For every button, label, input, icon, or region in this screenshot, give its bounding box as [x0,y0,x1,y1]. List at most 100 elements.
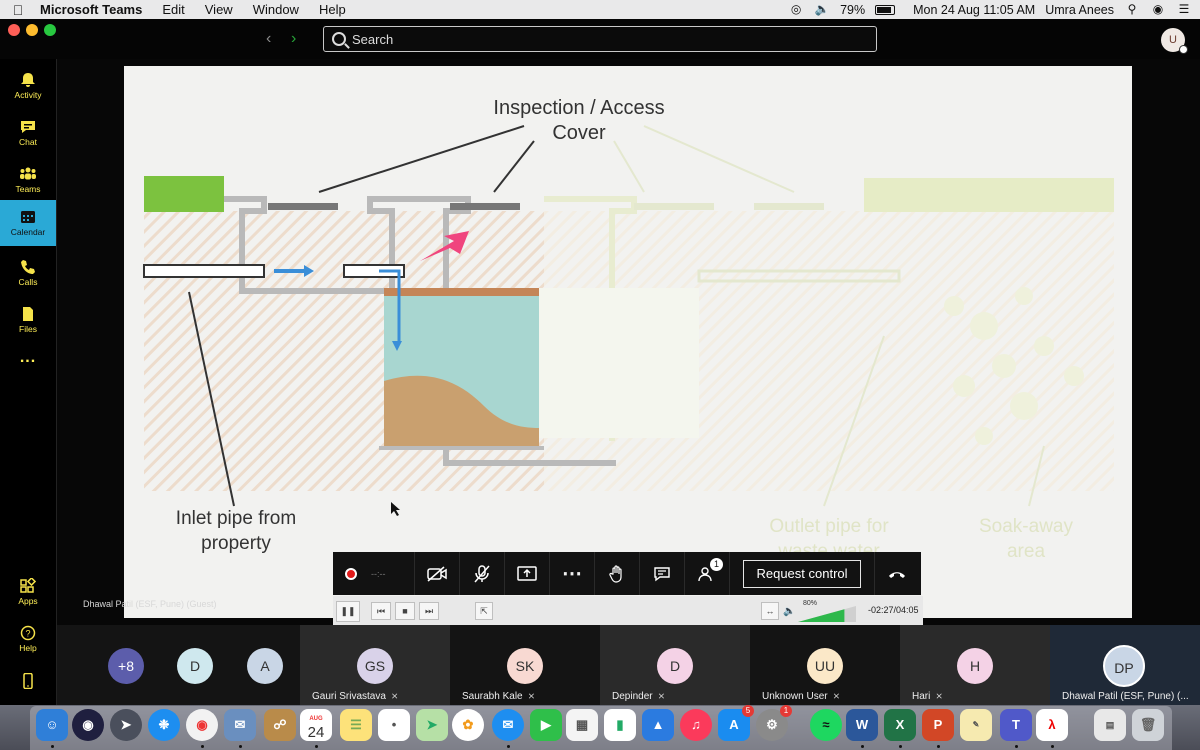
app-store-icon[interactable]: A 5 [718,705,754,741]
notification-center-icon[interactable]: ☰ [1176,3,1192,16]
sidebar-item-calls[interactable]: Calls [0,250,56,296]
teams-icon [20,167,36,180]
acrobat-icon[interactable]: λ [1036,709,1068,741]
trash-icon[interactable]: 🗑 [1132,709,1164,741]
contacts-icon[interactable]: ☍ [264,709,296,741]
music-icon[interactable]: ♫ [680,709,712,741]
raise-hand-button[interactable] [595,552,640,595]
finder-icon[interactable]: ☺ [36,709,68,741]
maps-icon[interactable]: ➤ [416,709,448,741]
previous-button[interactable]: ⏮ [371,602,391,620]
overflow-participants-avatar[interactable]: +8 [108,648,144,684]
preview-icon[interactable]: ▦ [566,709,598,741]
raise-hand-icon [609,564,622,583]
sidebar-item-teams[interactable]: Teams [0,157,56,203]
fit-screen-button[interactable]: ⇱ [475,602,493,620]
participant-avatar[interactable]: A [247,648,283,684]
mail-stamp-icon[interactable]: ✉ [224,709,256,741]
powerpoint-icon[interactable]: P [922,709,954,741]
sidebar-item-files[interactable]: Files [0,297,56,343]
next-button[interactable]: ⏭ [419,602,439,620]
apple-menu-icon[interactable]:  [0,2,36,18]
participants-button[interactable]: 1 [685,552,730,595]
photos-icon[interactable]: ✿ [452,709,484,741]
bell-icon [21,73,35,87]
participant-tile[interactable]: H Hari ⨯ [900,625,1050,705]
battery-icon[interactable] [875,4,896,15]
participants-strip: +8 D A GS Gauri Srivastava ⨯ SK Saurabh K… [57,625,1200,705]
notes-icon[interactable]: ☰ [340,709,372,741]
search-input[interactable] [352,31,852,47]
user-avatar[interactable]: U [1161,28,1188,54]
document-icon[interactable]: ▤ [1094,709,1126,741]
sidebar-item-calendar[interactable]: Calendar [0,200,56,246]
word-icon[interactable]: W [846,709,878,741]
forward-arrow-icon[interactable]: › [291,29,296,49]
hang-up-button[interactable] [874,552,918,595]
launchpad-icon[interactable]: ➤ [110,709,142,741]
sidebar-item-apps[interactable]: Apps [0,569,56,615]
menu-app-name[interactable]: Microsoft Teams [36,0,152,19]
reminders-icon[interactable]: • [378,709,410,741]
user-avatar-initial: U [1169,34,1177,46]
sidebar-item-chat[interactable]: Chat [0,110,56,156]
menu-help[interactable]: Help [309,0,356,19]
sidebar-item-mobile[interactable] [0,667,56,697]
septic-tank-diagram: Inspection / Access Cover Inlet pipe fro… [143,97,1114,562]
meeting-stage: Inspection / Access Cover Inlet pipe fro… [57,59,1200,625]
menubar-user[interactable]: Umra Anees [1045,3,1114,17]
participant-tile[interactable]: D Depinder ⨯ [600,625,750,705]
sidebar-item-activity[interactable]: Activity [0,63,56,109]
keynote-icon[interactable]: ▲ [642,709,674,741]
siri-icon[interactable]: ◉ [72,709,104,741]
participant-tile[interactable]: GS Gauri Srivastava ⨯ [300,625,450,705]
facetime-icon[interactable]: ▶ [530,709,562,741]
volume-slider[interactable] [798,606,856,622]
chrome-icon[interactable]: ◉ [186,709,218,741]
search-bar[interactable] [323,26,877,52]
pause-button[interactable]: ❚❚ [336,601,360,622]
sidebar-item-help[interactable]: ? Help [0,616,56,662]
participant-tile[interactable]: UU Unknown User ⨯ [750,625,900,705]
conversation-button[interactable] [640,552,685,595]
stop-button[interactable]: ■ [395,602,415,620]
request-control-button[interactable]: Request control [743,559,861,588]
numbers-icon[interactable]: ▮ [604,709,636,741]
stickies-icon[interactable]: ✎ [960,709,992,741]
participant-avatar[interactable]: D [177,648,213,684]
system-preferences-icon[interactable]: ⚙ 1 [756,705,792,741]
stop-icon: ■ [402,606,408,616]
spotlight-icon[interactable]: ⚲ [1124,3,1140,16]
menu-window[interactable]: Window [243,0,309,19]
window-maximize-button[interactable] [44,24,56,36]
window-minimize-button[interactable] [26,24,38,36]
menubar-datetime[interactable]: Mon 24 Aug 11:05 AM [913,3,1035,17]
share-screen-button[interactable] [505,552,550,595]
participant-avatar: H [957,648,993,684]
participant-tile[interactable]: SK Saurabh Kale ⨯ [450,625,600,705]
spotify-icon[interactable]: ≈ [810,709,842,741]
window-close-button[interactable] [8,24,20,36]
calendar-icon [21,211,35,223]
menu-edit[interactable]: Edit [152,0,194,19]
recording-indicator: --:-- [333,552,415,595]
expand-button[interactable]: ↔ [761,602,779,620]
calendar-app-icon[interactable]: AUG 24 [300,709,332,741]
messages-icon[interactable]: ✉ [492,709,524,741]
camera-toggle-button[interactable] [415,552,460,595]
siri-icon[interactable]: ◉ [1150,3,1166,16]
dock-running-indicator [507,745,510,748]
vpn-icon[interactable]: ◎ [788,3,804,16]
menu-view[interactable]: View [195,0,243,19]
volume-icon[interactable]: 🔈 [814,3,830,16]
more-actions-button[interactable]: ⋯ [550,552,595,595]
mic-toggle-button[interactable] [460,552,505,595]
sidebar-label-activity: Activity [14,90,42,100]
app-store-badge: 5 [742,705,754,717]
excel-icon[interactable]: X [884,709,916,741]
teams-app-icon[interactable]: T [1000,709,1032,741]
sidebar-item-more[interactable]: ... [0,343,56,373]
safari-icon[interactable]: ❉ [148,709,180,741]
participant-tile-presenter[interactable]: DP Dhawal Patil (ESF, Pune) (... [1050,625,1200,705]
back-arrow-icon[interactable]: ‹ [266,29,271,49]
